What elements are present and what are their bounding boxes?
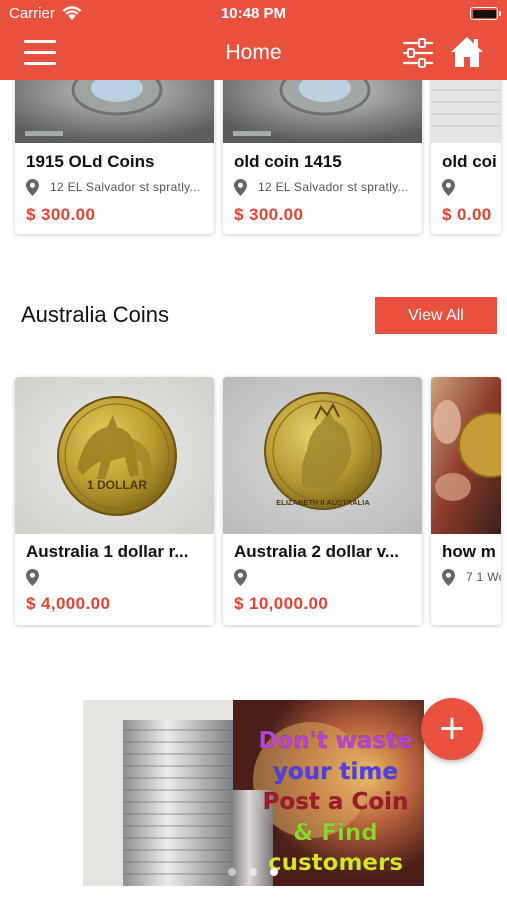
card-price: $ 0.00 [442,205,492,224]
location-pin-icon [234,569,247,586]
app-header: Carrier 10:48 PM Home [0,0,507,80]
product-card[interactable]: 1 DOLLAR Australia 1 dollar r... $ 4,000… [15,377,214,625]
coin-photo [15,80,214,143]
coin-photo [431,377,501,534]
card-address: 12 EL Salvador st spratly... [50,180,201,194]
card-title: old coin 1415 [234,152,342,171]
carousel-dot[interactable] [249,868,257,876]
carousel-page-indicator [83,868,424,878]
card-location: 12 EL Salvador st spratly... [23,179,209,197]
product-card[interactable]: old coin 1415 12 EL Salvador st spratly.… [223,80,422,234]
home-icon[interactable] [450,36,484,68]
card-title: Australia 2 dollar v... [234,542,400,561]
card-title: Australia 1 dollar r... [26,542,189,561]
card-address: 12 EL Salvador st spratly... [258,180,409,194]
card-title: how m [442,542,496,561]
promo-line: & Find [293,819,378,846]
coin-photo: 1 DOLLAR [15,377,214,534]
coin-inscription: 1 DOLLAR [87,478,147,492]
location-pin-icon [442,179,455,196]
coin-photo [431,80,501,143]
product-card[interactable]: ELIZABETH II AUSTRALIA Australia 2 dolla… [223,377,422,625]
card-title: 1915 OLd Coins [26,152,155,171]
promo-line: Post a Coin [262,789,409,815]
location-pin-icon [26,179,39,196]
card-price: $ 4,000.00 [26,594,111,613]
card-address: 7 1 Wo [466,570,501,584]
promo-line: Don't waste [258,728,413,754]
card-price: $ 300.00 [234,205,304,224]
home-feed[interactable]: 1915 OLd Coins 12 EL Salvador st spratly… [0,80,507,900]
card-title: old coi [442,152,497,171]
carousel-dot-active[interactable] [270,868,278,876]
location-pin-icon [26,569,39,586]
promo-banner-carousel[interactable]: Don't waste your time Post a Coin & Find… [83,700,424,886]
product-card[interactable]: old coi $ 0.00 [431,80,501,234]
coin-photo: ELIZABETH II AUSTRALIA [223,377,422,534]
location-pin-icon [442,569,455,586]
card-location [439,179,499,197]
status-bar: Carrier 10:48 PM [0,0,507,28]
battery-icon [470,7,501,20]
product-card[interactable]: 1915 OLd Coins 12 EL Salvador st spratly… [15,80,214,234]
card-location [231,569,417,587]
card-price: $ 300.00 [26,205,96,224]
promo-line: your time [273,758,398,785]
plus-icon: + [437,708,467,748]
carousel-dot[interactable] [228,868,236,876]
section-title: Australia Coins [21,302,169,327]
coin-photo [223,80,422,143]
product-card[interactable]: how m 7 1 Wo [431,377,501,625]
coin-inscription: ELIZABETH II AUSTRALIA [276,498,370,507]
card-location: 7 1 Wo [439,569,501,587]
card-location: 12 EL Salvador st spratly... [231,179,417,197]
promo-text: Don't waste your time Post a Coin & Find… [243,726,424,879]
view-all-button[interactable]: View All [375,297,497,334]
card-price: $ 10,000.00 [234,594,329,613]
card-location [23,569,209,587]
location-pin-icon [234,179,247,196]
add-coin-button[interactable]: + [421,698,483,760]
clock-label: 10:48 PM [220,5,287,22]
filter-sliders-icon[interactable] [402,38,434,68]
